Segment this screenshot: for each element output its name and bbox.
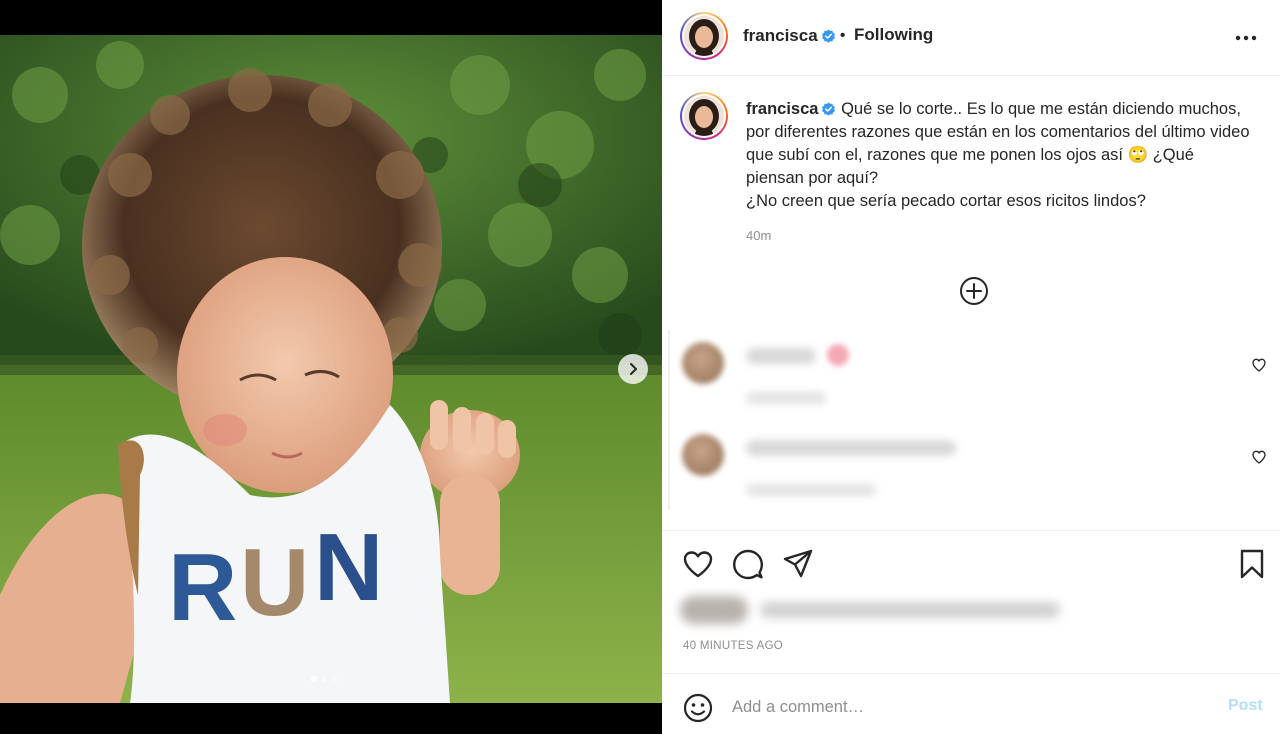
following-button[interactable]: Following: [854, 25, 933, 45]
heart-icon[interactable]: [1251, 357, 1267, 373]
author-avatar[interactable]: [680, 12, 728, 60]
post-photo[interactable]: R U N: [0, 35, 662, 703]
comment-input[interactable]: [732, 694, 1172, 720]
post-age[interactable]: 40 MINUTES AGO: [683, 640, 783, 652]
photo-illustration: R U N: [0, 35, 662, 703]
post-actions-bar: [662, 530, 1280, 592]
heart-icon[interactable]: [1251, 449, 1267, 465]
next-photo-button[interactable]: [618, 354, 648, 384]
emoji-icon[interactable]: [682, 692, 714, 724]
comment-meta-blurred: [746, 484, 876, 496]
comment-text-blurred: [746, 440, 956, 456]
author-username[interactable]: francisca: [743, 26, 836, 46]
share-icon[interactable]: [782, 548, 814, 580]
shirt-letter-r: R: [168, 534, 237, 641]
comment-text-blurred: [746, 348, 816, 364]
post-side-panel: francisca • Following francisca Qué se l…: [662, 0, 1280, 734]
commenter-badge: [827, 344, 849, 366]
bookmark-icon[interactable]: [1236, 548, 1268, 580]
post-comment-button[interactable]: Post: [1228, 697, 1263, 715]
verified-icon: [822, 102, 836, 116]
shirt-letter-n: N: [314, 514, 383, 621]
add-comment-bar: Post: [662, 673, 1280, 734]
heart-icon[interactable]: [682, 548, 714, 580]
likes-summary-blurred[interactable]: [680, 592, 1070, 630]
chevron-right-icon: [630, 363, 637, 375]
post-header: francisca • Following: [662, 0, 1280, 76]
comment-meta-blurred: [746, 392, 826, 404]
comment-item: [670, 422, 1280, 510]
more-options-icon[interactable]: [1234, 28, 1258, 48]
carousel-indicator: [311, 676, 337, 682]
comment-item: [670, 330, 1280, 418]
avatar-illustration: [684, 16, 724, 56]
commenter-avatar[interactable]: [682, 434, 724, 476]
header-separator: •: [840, 27, 846, 44]
likes-text-blurred: [760, 602, 1060, 618]
liker-avatars-blurred: [680, 596, 748, 624]
post-media: R U N: [0, 0, 662, 734]
shirt-letter-u: U: [240, 529, 309, 636]
commenter-avatar[interactable]: [682, 342, 724, 384]
add-circle-icon[interactable]: [959, 276, 989, 306]
avatar-illustration: [684, 96, 724, 136]
carousel-dot: [321, 676, 327, 682]
caption-body-line2: ¿No creen que sería pecado cortar esos r…: [746, 192, 1146, 210]
verified-icon: [821, 29, 835, 43]
author-username-text[interactable]: francisca: [743, 26, 818, 45]
carousel-dot: [331, 676, 337, 682]
comment-icon[interactable]: [732, 548, 764, 580]
caption-timestamp[interactable]: 40m: [746, 228, 771, 243]
caption-avatar[interactable]: [680, 92, 728, 140]
caption-text: francisca Qué se lo corte.. Es lo que me…: [746, 98, 1256, 213]
caption-username[interactable]: francisca: [746, 100, 818, 118]
carousel-dot: [311, 676, 317, 682]
